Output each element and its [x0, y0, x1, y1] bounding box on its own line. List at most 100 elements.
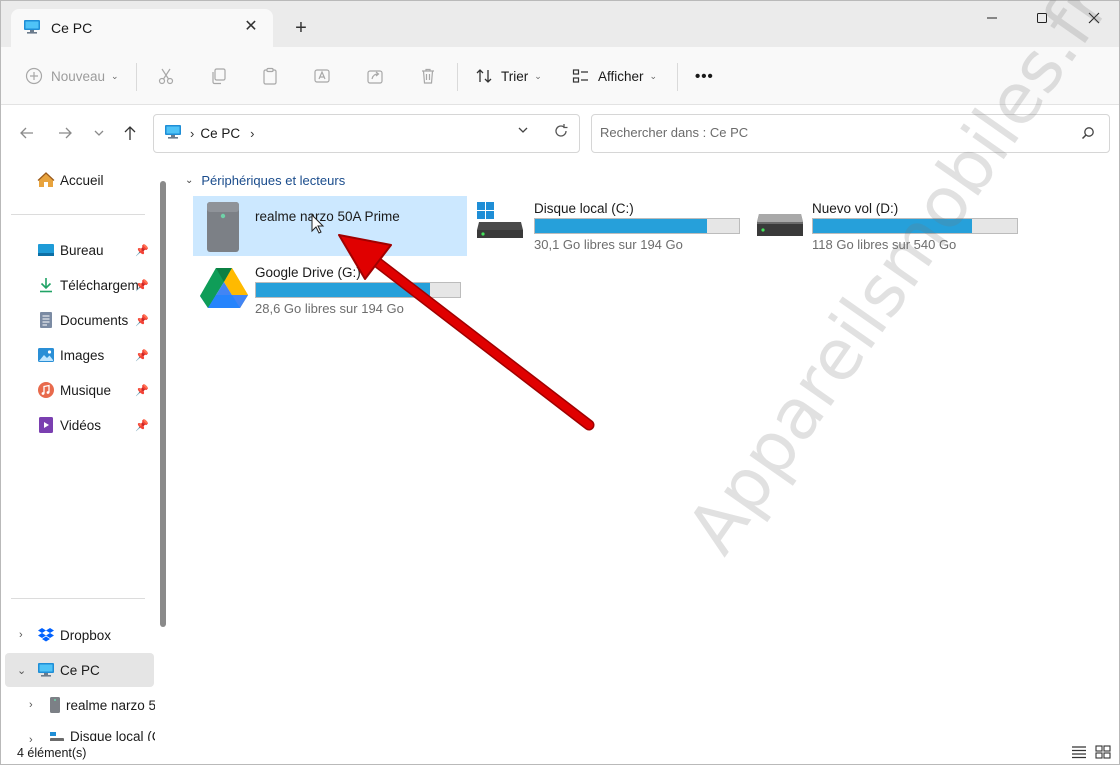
drive-g[interactable]: Google Drive (G:) 28,6 Go libres sur 194… — [193, 260, 467, 320]
tab-ce-pc[interactable]: Ce PC ✕ — [11, 9, 273, 47]
address-bar[interactable]: › Ce PC › — [153, 114, 580, 153]
drive-d[interactable]: Nuevo vol (D:) 118 Go libres sur 540 Go — [751, 196, 1025, 256]
pictures-icon — [37, 346, 55, 364]
sidebar-divider — [11, 214, 145, 215]
plus-circle-icon — [25, 67, 43, 85]
sidebar-item-musique[interactable]: Musique — [37, 379, 111, 401]
sidebar-item-label: Vidéos — [60, 417, 102, 433]
sidebar-item-disque-c[interactable]: Disque local (C — [49, 729, 155, 741]
sidebar-item-documents[interactable]: Documents — [37, 309, 128, 331]
pc-icon — [37, 661, 55, 679]
drive-free-space: 118 Go libres sur 540 Go — [812, 237, 957, 252]
delete-button[interactable] — [419, 65, 437, 87]
tiles-view-button[interactable] — [1095, 745, 1113, 761]
chevron-right-icon[interactable]: › — [19, 629, 23, 641]
refresh-button[interactable] — [553, 123, 569, 142]
share-button[interactable] — [366, 65, 384, 87]
documents-icon — [37, 311, 55, 329]
more-options-button[interactable]: ••• — [695, 65, 714, 87]
maximize-button[interactable] — [1019, 3, 1065, 33]
chevron-right-icon[interactable]: › — [250, 126, 254, 141]
pin-icon[interactable]: 📌 — [135, 349, 149, 363]
sidebar-item-dropbox[interactable]: Dropbox — [37, 624, 111, 646]
arrow-left-icon — [20, 127, 33, 139]
back-button[interactable] — [17, 123, 37, 143]
search-icon[interactable] — [1081, 126, 1095, 143]
drive-usage-fill — [256, 283, 430, 297]
home-icon — [37, 171, 55, 189]
device-realme-narzo[interactable]: realme narzo 50A Prime — [193, 196, 467, 256]
pin-icon[interactable]: 📌 — [135, 419, 149, 433]
chevron-down-icon: ⌄ — [534, 70, 542, 81]
drive-c[interactable]: Disque local (C:) 30,1 Go libres sur 194… — [471, 196, 745, 256]
device-name: realme narzo 50A Prime — [255, 209, 400, 224]
sidebar-item-label: Disque local (C — [70, 729, 155, 741]
pin-icon[interactable]: 📌 — [135, 314, 149, 328]
sidebar-item-downloads[interactable]: Téléchargem — [37, 274, 139, 296]
pin-icon[interactable]: 📌 — [135, 384, 149, 398]
close-icon[interactable]: ✕ — [241, 17, 261, 37]
sidebar-item-images[interactable]: Images — [37, 344, 104, 366]
search-input[interactable] — [600, 125, 1060, 140]
forward-button[interactable] — [55, 123, 75, 143]
status-item-count: 4 élément(s) — [17, 746, 87, 760]
chevron-right-icon[interactable]: › — [29, 734, 33, 746]
chevron-right-icon[interactable]: › — [29, 699, 33, 711]
pin-icon[interactable]: 📌 — [135, 244, 149, 258]
group-header-devices[interactable]: ⌄ Périphériques et lecteurs — [185, 173, 345, 188]
rename-button[interactable] — [313, 65, 331, 87]
sidebar-item-bureau[interactable]: Bureau — [37, 239, 104, 261]
details-view-button[interactable] — [1071, 745, 1089, 761]
minimize-icon — [987, 17, 997, 19]
drive-usage-bar — [534, 218, 740, 234]
sidebar-scrollbar[interactable] — [160, 181, 166, 627]
minimize-button[interactable] — [969, 3, 1015, 33]
rename-icon — [314, 69, 330, 83]
sort-icon — [476, 69, 492, 83]
sidebar-item-label: Musique — [60, 382, 112, 398]
paste-button[interactable] — [261, 65, 279, 87]
view-label: Afficher — [598, 68, 644, 84]
chevron-right-icon: › — [190, 126, 195, 141]
sidebar-item-home[interactable]: Accueil — [37, 169, 104, 191]
address-history-button[interactable] — [517, 124, 529, 139]
breadcrumb-ce-pc[interactable]: Ce PC — [200, 126, 240, 141]
close-window-button[interactable] — [1071, 3, 1117, 33]
drive-name: Google Drive (G:) — [255, 265, 361, 280]
new-button[interactable]: Nouveau ⌄ — [25, 65, 119, 87]
view-icon — [572, 69, 588, 83]
chevron-down-icon[interactable]: ⌄ — [17, 664, 26, 677]
recent-locations-button[interactable] — [89, 123, 109, 143]
drive-name: Nuevo vol (D:) — [812, 201, 899, 216]
sidebar-item-ce-pc[interactable]: Ce PC — [37, 659, 100, 681]
view-button[interactable]: Afficher ⌄ — [572, 65, 657, 87]
chevron-down-icon: ⌄ — [111, 70, 119, 81]
desktop-folder-icon — [37, 241, 55, 259]
sort-label: Trier — [501, 68, 529, 84]
new-tab-button[interactable]: + — [289, 16, 313, 40]
trash-icon — [422, 68, 434, 84]
group-title: Périphériques et lecteurs — [201, 173, 346, 188]
new-label: Nouveau — [51, 68, 106, 84]
chevron-down-icon — [518, 127, 528, 133]
file-explorer-window: Ce PC ✕ + Nouveau ⌄ Trier ⌄ Afficher ⌄ •… — [0, 0, 1120, 765]
chevron-down-icon: ⌄ — [649, 70, 658, 81]
sort-button[interactable]: Trier ⌄ — [475, 65, 542, 87]
up-button[interactable] — [120, 123, 140, 143]
drive-icon — [755, 210, 805, 243]
dropbox-icon — [37, 626, 55, 644]
sidebar-item-label: Ce PC — [60, 662, 100, 678]
sidebar-item-videos[interactable]: Vidéos — [37, 414, 101, 436]
google-drive-icon — [199, 266, 249, 313]
sidebar-item-label: Bureau — [60, 242, 104, 258]
sidebar-item-label: Dropbox — [60, 627, 112, 643]
paste-icon — [263, 67, 277, 85]
copy-icon — [212, 68, 226, 85]
search-box[interactable] — [591, 114, 1110, 153]
sidebar-item-realme[interactable]: realme narzo 5 — [49, 694, 155, 716]
pin-icon[interactable]: 📌 — [135, 279, 149, 293]
drive-usage-bar — [255, 282, 461, 298]
copy-button[interactable] — [209, 65, 227, 87]
more-icon: ••• — [695, 67, 714, 85]
cut-button[interactable] — [157, 65, 175, 87]
